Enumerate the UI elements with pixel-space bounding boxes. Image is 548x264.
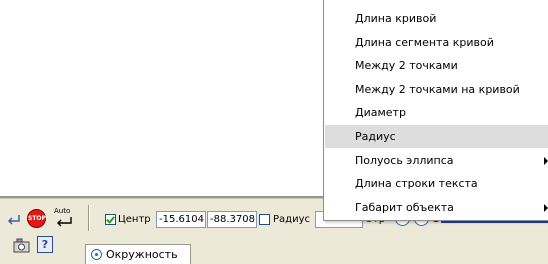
stop-icon-text: STOP — [28, 215, 46, 222]
help-icon[interactable]: ? — [37, 236, 53, 253]
menu-item-label: Радиус — [355, 130, 396, 143]
menu-item-label: Длина строки текста — [355, 177, 478, 191]
auto-icon[interactable]: Auto — [53, 207, 75, 229]
menu-item-label: Диаметр — [355, 106, 406, 120]
tab-circle-label: Окружность — [106, 248, 178, 261]
submenu-arrow-icon — [544, 156, 548, 165]
menu-item[interactable]: Длина строки текста — [325, 172, 548, 195]
menu-item[interactable]: Радиус — [325, 125, 548, 148]
auto-icon-text: Auto — [54, 207, 71, 215]
menu-item[interactable]: Длина сегмента кривой — [325, 31, 548, 54]
center-x-field[interactable]: -15.6104 — [156, 211, 206, 228]
menu-item-label: Между 2 точками на кривой — [355, 82, 520, 96]
submenu-arrow-icon — [544, 203, 548, 212]
enter-arrow-icon[interactable] — [6, 212, 22, 228]
screen: STOP Auto ? Центр -15.6104 -88.3708 Ради… — [0, 0, 548, 264]
menu-item-label: Габарит объекта — [355, 200, 454, 214]
menu-item-label: Полуось эллипса — [355, 153, 454, 167]
menu-item-label: Длина кривой — [355, 12, 437, 25]
menu-item[interactable]: Длина кривой — [325, 7, 548, 30]
circle-icon — [91, 249, 102, 260]
menu-item[interactable]: Между 2 точками на кривой — [325, 78, 548, 101]
tab-circle[interactable]: Окружность — [85, 244, 191, 264]
menu-item[interactable]: Диаметр — [325, 101, 548, 124]
menu-item[interactable]: Полуось эллипса — [325, 149, 548, 172]
menu-item[interactable]: Между 2 точками — [325, 54, 548, 77]
toolbar-separator — [88, 205, 90, 231]
center-y-field[interactable]: -88.3708 — [207, 211, 257, 228]
auto-arrow-glyph — [57, 217, 72, 227]
radius-checkbox[interactable] — [259, 214, 270, 225]
radius-label: Радиус — [273, 214, 310, 225]
camera-icon[interactable] — [13, 238, 30, 253]
stop-icon[interactable]: STOP — [27, 209, 46, 228]
menu-item[interactable]: Габарит объекта — [325, 196, 548, 219]
menu-item-label: Между 2 точками — [355, 59, 458, 73]
center-checkbox[interactable] — [105, 214, 116, 225]
measure-context-menu: Длина кривой Длина сегмента кривой Между 2… — [323, 0, 548, 221]
center-label: Центр — [118, 214, 151, 225]
menu-item-label: Длина сегмента кривой — [355, 35, 494, 49]
